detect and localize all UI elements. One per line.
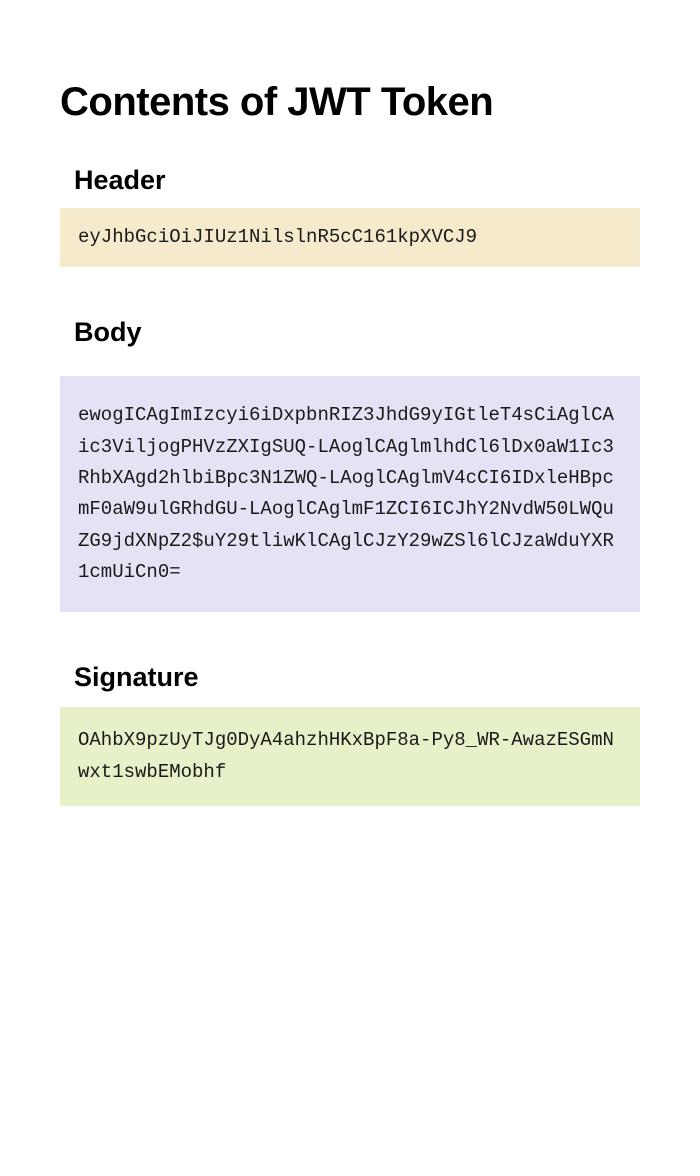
signature-section-title: Signature [60, 662, 640, 693]
body-code-block: ewogICAgImIzcyi6iDxpbnRIZ3JhdG9yIGtleT4s… [60, 376, 640, 612]
header-section-title: Header [60, 165, 640, 196]
page-title: Contents of JWT Token [60, 80, 640, 125]
section-signature: Signature OAhbX9pzUyTJg0DyA4ahzhHKxBpF8a… [60, 662, 640, 806]
section-body: Body ewogICAgImIzcyi6iDxpbnRIZ3JhdG9yIGt… [60, 317, 640, 612]
body-section-title: Body [60, 317, 640, 348]
signature-code-block: OAhbX9pzUyTJg0DyA4ahzhHKxBpF8a-Py8_WR-Aw… [60, 707, 640, 806]
section-header: Header eyJhbGciOiJIUz1NilslnR5cC161kpXVC… [60, 165, 640, 267]
header-code-block: eyJhbGciOiJIUz1NilslnR5cC161kpXVCJ9 [60, 208, 640, 267]
